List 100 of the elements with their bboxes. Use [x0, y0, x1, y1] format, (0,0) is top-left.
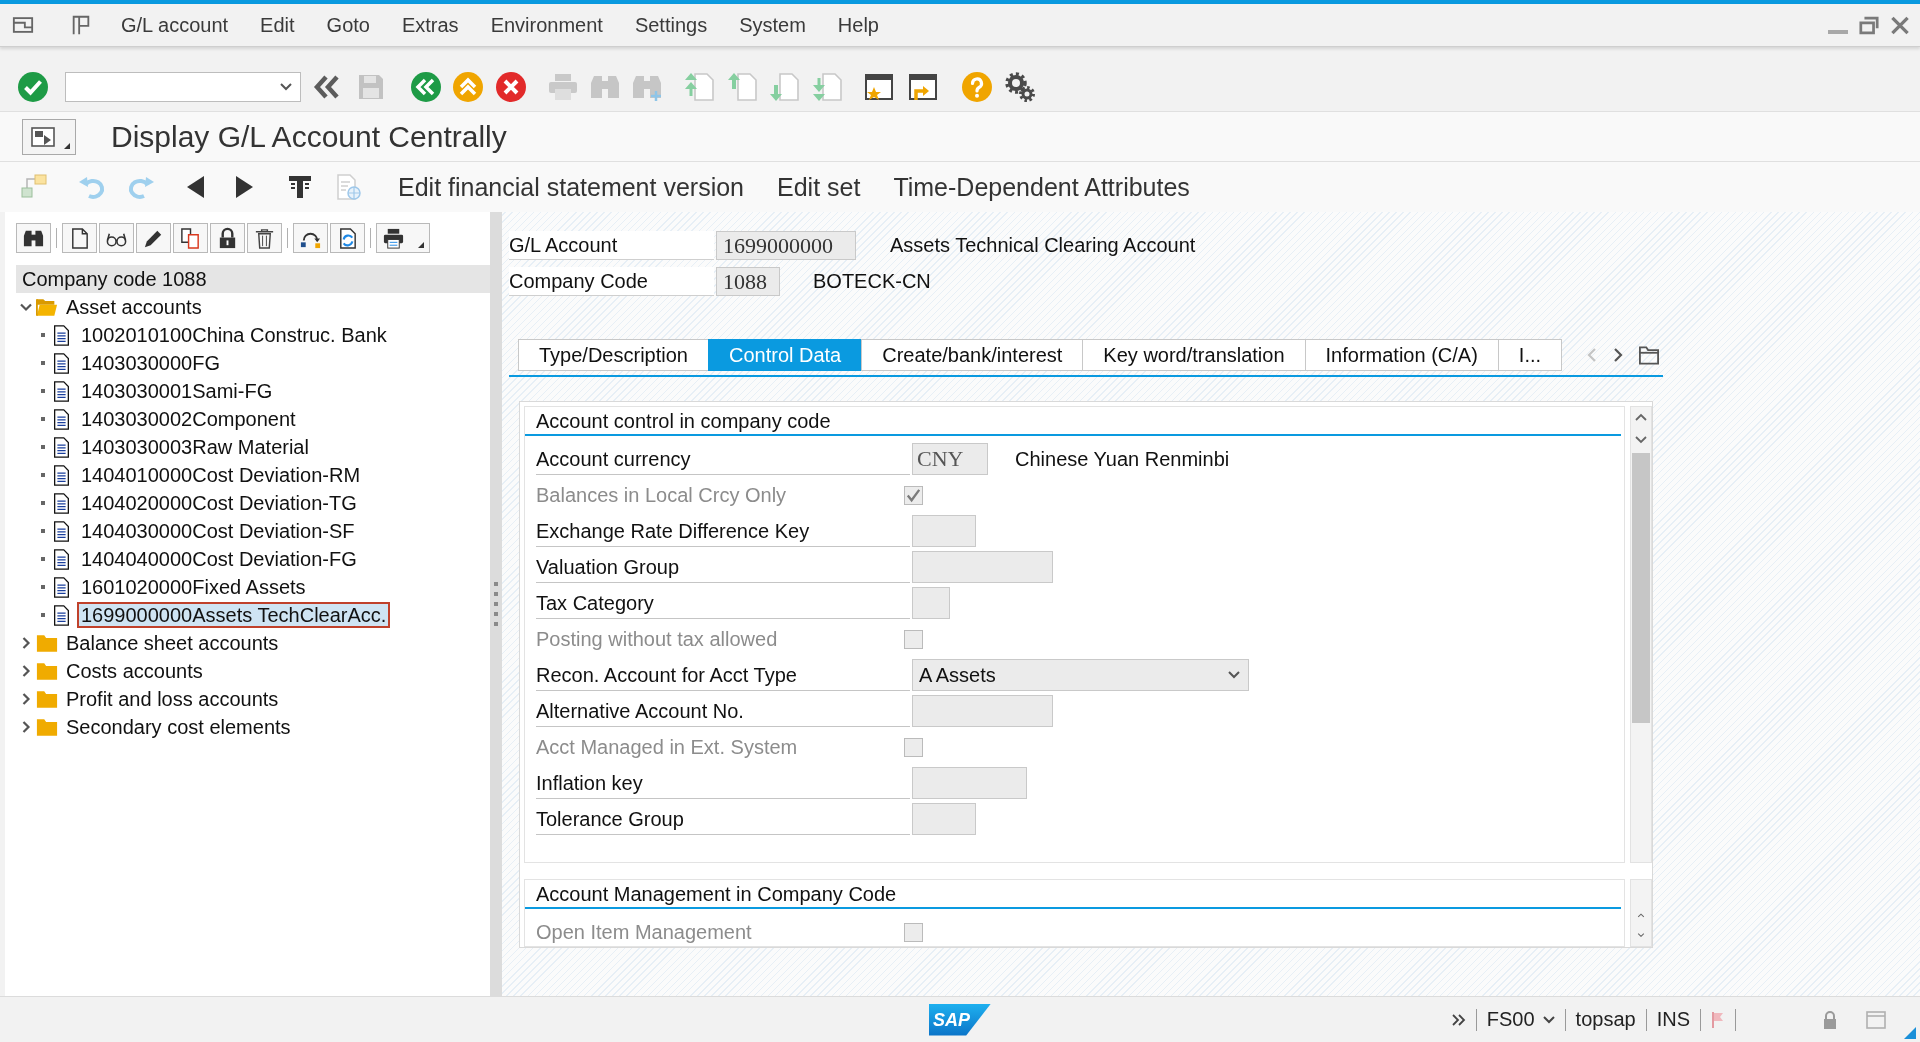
screen-options-button[interactable]: [22, 118, 76, 155]
caret-down-icon[interactable]: [280, 83, 292, 91]
tree-item[interactable]: 1699000000Assets TechClearAcc.: [77, 602, 391, 628]
tab[interactable]: Create/bank/interest: [861, 339, 1084, 371]
caret-right-icon[interactable]: [20, 637, 32, 649]
input-field[interactable]: 1088: [716, 267, 780, 296]
lock-button[interactable]: [210, 223, 245, 253]
document-icon: [53, 464, 70, 486]
bullet-icon: [41, 417, 45, 421]
input-field[interactable]: [912, 767, 1027, 799]
tree-item[interactable]: Costs accounts: [62, 658, 207, 684]
tree-item[interactable]: 1404020000Cost Deviation-TG: [77, 490, 361, 516]
back-icon[interactable]: [410, 71, 442, 103]
print-button[interactable]: [376, 223, 430, 253]
layout-icon[interactable]: [70, 14, 92, 36]
tab[interactable]: Type/Description: [518, 339, 709, 371]
input-field[interactable]: [912, 551, 1053, 583]
field-label: Recon. Account for Acct Type: [536, 659, 910, 691]
folder-list-icon[interactable]: [1639, 345, 1659, 365]
input-field[interactable]: [912, 587, 950, 619]
caret-right-icon[interactable]: [20, 721, 32, 733]
toolbar-button[interactable]: Time-Dependent Attributes: [883, 170, 1200, 204]
tree-item[interactable]: Asset accounts: [62, 294, 206, 320]
checkmark-icon[interactable]: [17, 71, 49, 103]
transaction-dropdown[interactable]: FS00: [1486, 1008, 1555, 1031]
field-label: Open Item Management: [536, 920, 753, 945]
restore-icon[interactable]: [1859, 15, 1879, 35]
delete-button[interactable]: [247, 223, 282, 253]
toolbar-button[interactable]: Edit set: [767, 170, 871, 204]
scrollbar[interactable]: [1630, 879, 1652, 947]
chevron-down-icon[interactable]: [1635, 436, 1647, 444]
cancel-icon[interactable]: [495, 71, 527, 103]
tree-item[interactable]: 1002010100China Construc. Bank: [77, 322, 391, 348]
caret-right-icon[interactable]: [20, 693, 32, 705]
tree-item[interactable]: Balance sheet accounts: [62, 630, 283, 656]
menu-item[interactable]: Environment: [474, 11, 619, 39]
copy-button[interactable]: [173, 223, 208, 253]
menu-item[interactable]: Goto: [310, 11, 386, 39]
double-chevron-right-icon[interactable]: [1451, 1013, 1466, 1026]
input-field[interactable]: CNY: [912, 443, 988, 475]
field-description: BOTECK-CN: [813, 270, 931, 293]
close-icon[interactable]: [1890, 15, 1910, 35]
command-field[interactable]: [65, 72, 301, 102]
caret-right-icon[interactable]: [20, 665, 32, 677]
bullet-icon: [41, 389, 45, 393]
scrollbar-thumb[interactable]: [1632, 453, 1650, 723]
field-label: Valuation Group: [536, 551, 910, 583]
toolbar-button[interactable]: Edit financial statement version: [388, 170, 754, 204]
field-label: Exchange Rate Difference Key: [536, 515, 910, 547]
section-title: Account Management in Company Code: [525, 882, 1621, 909]
folder-icon: [36, 661, 58, 681]
tree-item[interactable]: Secondary cost elements: [62, 714, 295, 740]
resize-grip-icon[interactable]: [1904, 1027, 1916, 1039]
double-chevron-up-icon[interactable]: [452, 71, 484, 103]
tree-item[interactable]: 1404040000Cost Deviation-FG: [77, 546, 361, 572]
menu-item[interactable]: G/L account: [105, 11, 245, 39]
scrollbar[interactable]: [1630, 406, 1652, 863]
chevron-down-icon[interactable]: [1635, 932, 1647, 937]
corner-triangle-icon: [418, 242, 424, 248]
edit-button[interactable]: [136, 223, 171, 253]
input-field[interactable]: 1699000000: [716, 231, 856, 260]
tree-item[interactable]: 1403030003Raw Material: [77, 434, 313, 460]
chevron-up-icon[interactable]: [1635, 413, 1647, 421]
input-field[interactable]: [912, 695, 1053, 727]
move-button[interactable]: [293, 223, 328, 253]
tab[interactable]: I...: [1497, 339, 1563, 371]
display-button[interactable]: [99, 223, 134, 253]
chevron-up-icon[interactable]: [1635, 913, 1647, 918]
dropdown[interactable]: A Assets: [912, 659, 1249, 691]
create-button[interactable]: [62, 223, 97, 253]
menu-item[interactable]: Settings: [618, 11, 724, 39]
tree-item[interactable]: 1404010000Cost Deviation-RM: [77, 462, 365, 488]
menu-item[interactable]: Edit: [244, 11, 311, 39]
input-field[interactable]: [912, 803, 976, 835]
tree-item[interactable]: Profit and loss accounts: [62, 686, 283, 712]
menu-item[interactable]: Help: [821, 11, 895, 39]
tree-item[interactable]: 1403030000FG: [77, 350, 224, 376]
splitter-grip-icon[interactable]: [494, 582, 498, 626]
menu-item[interactable]: Extras: [385, 11, 475, 39]
tree-item[interactable]: 1403030002Component: [77, 406, 300, 432]
settings-icon[interactable]: [1004, 71, 1036, 103]
frame-icon[interactable]: [12, 15, 34, 35]
tree-item[interactable]: 1601020000Fixed Assets: [77, 574, 310, 600]
tab[interactable]: Key word/translation: [1082, 339, 1306, 371]
caret-down-icon[interactable]: [20, 301, 32, 313]
screen-icon: [31, 125, 55, 148]
tab[interactable]: Information (C/A): [1304, 339, 1499, 371]
input-field[interactable]: [912, 515, 976, 547]
refresh-button[interactable]: [330, 223, 365, 253]
bullet-icon: [41, 613, 45, 617]
tree-item[interactable]: 1404030000Cost Deviation-SF: [77, 518, 359, 544]
t-bar-icon[interactable]: [286, 173, 314, 201]
chevron-right-icon[interactable]: [1613, 347, 1623, 363]
find-button[interactable]: [16, 223, 51, 253]
input-mode: INS: [1656, 1008, 1690, 1031]
tree-item[interactable]: 1403030001Sami-FG: [77, 378, 277, 404]
menu-item[interactable]: System: [723, 11, 822, 39]
help-icon[interactable]: [961, 71, 993, 103]
field-label: Alternative Account No.: [536, 695, 910, 727]
field-label: Account currency: [536, 443, 910, 475]
